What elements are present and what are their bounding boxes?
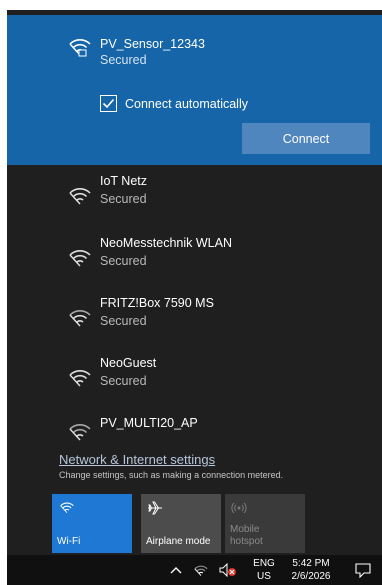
wifi-secured-icon	[69, 424, 91, 441]
hotspot-icon	[231, 502, 247, 514]
language-indicator[interactable]: ENG	[253, 558, 275, 569]
desktop-edge	[0, 0, 7, 585]
network-status: Secured	[100, 374, 147, 388]
network-list-item[interactable]: NeoMesstechnik WLAN Secured	[7, 230, 382, 290]
network-status: Secured	[100, 192, 147, 206]
network-status: Secured	[100, 53, 147, 67]
network-status: Secured	[100, 254, 147, 268]
network-settings-link[interactable]: Network & Internet settings	[59, 452, 215, 467]
clock-date[interactable]: 2/6/2026	[286, 571, 336, 582]
selected-network[interactable]: PV_Sensor_12343 Secured Connect automati…	[7, 15, 382, 165]
network-list-item[interactable]: FRITZ!Box 7590 MS Secured	[7, 290, 382, 350]
mobile-hotspot-label: Mobile hotspot	[230, 524, 263, 547]
network-name: FRITZ!Box 7590 MS	[100, 296, 214, 310]
connect-automatically-label: Connect automatically	[125, 97, 248, 111]
desktop-top-edge	[7, 0, 382, 10]
network-flyout: PV_Sensor_12343 Secured Connect automati…	[7, 10, 382, 555]
wifi-toggle-label: Wi-Fi	[57, 536, 81, 547]
airplane-mode-label: Airplane mode	[146, 536, 211, 547]
network-list-item[interactable]: IoT Netz Secured	[7, 168, 382, 228]
airplane-mode-toggle[interactable]: Airplane mode	[141, 494, 221, 553]
wifi-tray-icon[interactable]	[193, 563, 209, 577]
network-name: NeoMesstechnik WLAN	[100, 236, 232, 250]
wifi-secured-icon	[69, 250, 91, 267]
network-name: PV_Sensor_12343	[100, 37, 205, 51]
mobile-hotspot-toggle[interactable]: Mobile hotspot	[225, 494, 305, 553]
network-list-item[interactable]: NeoGuest Secured	[7, 350, 382, 410]
network-name: NeoGuest	[100, 356, 157, 370]
wifi-toggle[interactable]: Wi-Fi	[52, 494, 132, 553]
notification-center-icon[interactable]	[355, 563, 371, 578]
airplane-icon	[148, 501, 162, 515]
network-status: Secured	[100, 314, 147, 328]
volume-muted-icon[interactable]	[219, 563, 237, 577]
wifi-secured-icon	[69, 188, 91, 205]
checkmark-icon	[102, 98, 115, 109]
region-indicator[interactable]: US	[253, 571, 275, 582]
taskbar: ENG US 5:42 PM 2/6/2026	[7, 555, 382, 585]
connect-automatically-checkbox[interactable]	[100, 95, 117, 112]
wifi-secured-icon	[69, 39, 91, 57]
network-settings-description: Change settings, such as making a connec…	[59, 470, 284, 480]
network-list-item[interactable]: PV_MULTI20_AP	[7, 410, 382, 450]
wifi-secured-icon	[69, 310, 91, 327]
network-name: PV_MULTI20_AP	[100, 416, 198, 430]
chevron-up-icon[interactable]	[170, 566, 182, 574]
clock-time[interactable]: 5:42 PM	[286, 558, 336, 569]
network-name: IoT Netz	[100, 174, 148, 188]
wifi-icon	[60, 502, 74, 514]
connect-button[interactable]: Connect	[242, 123, 370, 154]
wifi-secured-icon	[69, 370, 91, 387]
